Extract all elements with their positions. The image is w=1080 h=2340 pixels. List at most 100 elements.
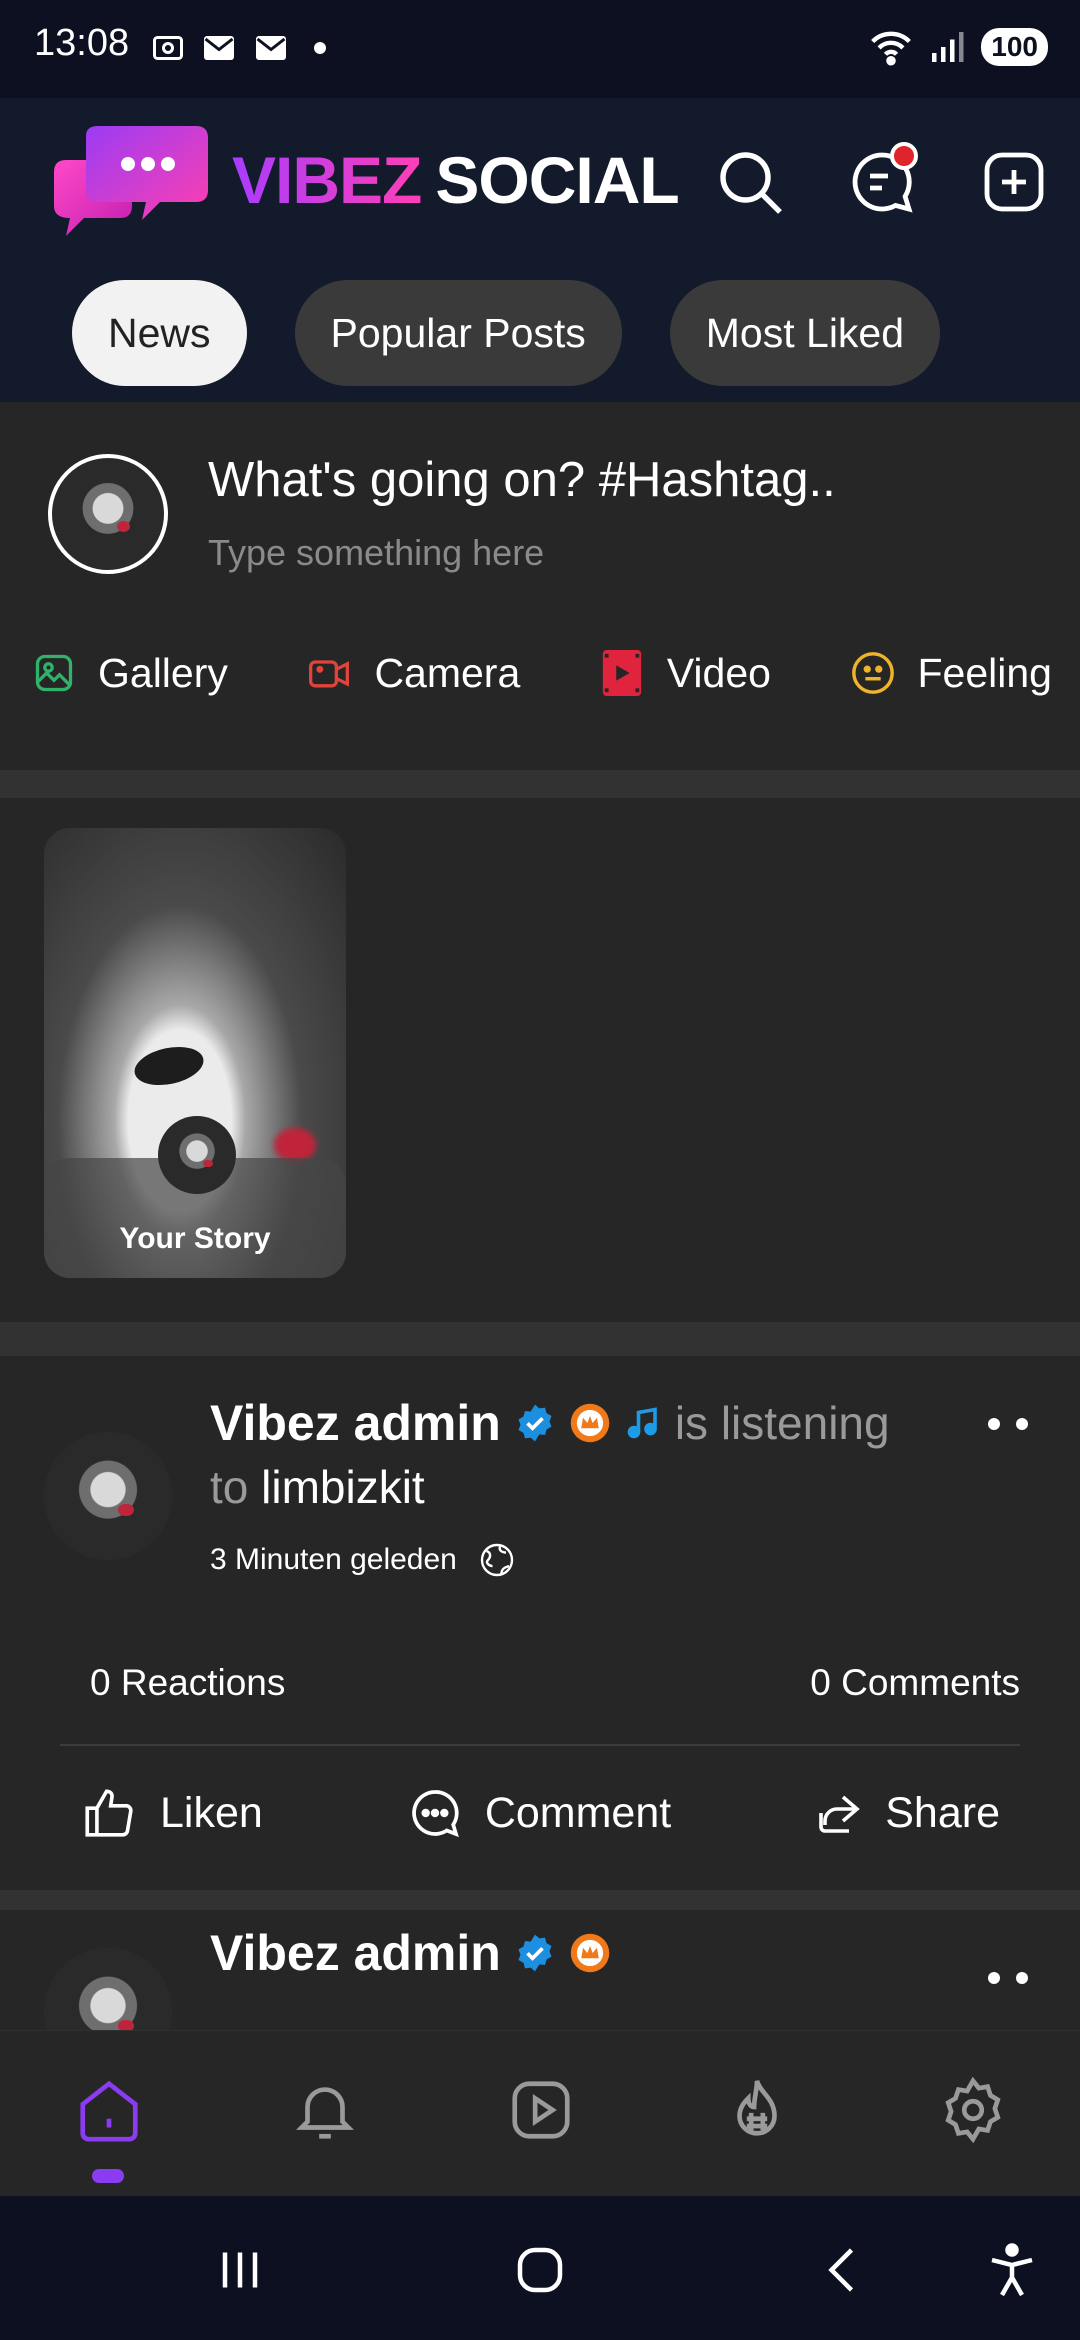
composer-placeholder[interactable]: Type something here bbox=[208, 532, 544, 574]
camera-button[interactable]: Camera bbox=[306, 650, 520, 697]
active-tab-indicator bbox=[92, 2169, 124, 2183]
post-author-avatar[interactable] bbox=[44, 1432, 172, 1560]
like-button[interactable]: Liken bbox=[80, 1784, 263, 1842]
camera-icon bbox=[309, 660, 350, 688]
post-timestamp: 3 Minuten geleden bbox=[210, 1543, 457, 1576]
post-author-name[interactable]: Vibez admin bbox=[210, 1394, 501, 1452]
music-note-icon bbox=[627, 1407, 657, 1439]
post-author-avatar-2[interactable] bbox=[44, 1948, 172, 2030]
system-navigation-bar bbox=[0, 2196, 1080, 2340]
post-stats: 0 Reactions 0 Comments bbox=[90, 1662, 1020, 1704]
verified-icon bbox=[518, 1404, 552, 1442]
stories-row: Your Story bbox=[0, 798, 1080, 1322]
share-icon bbox=[819, 1795, 861, 1833]
mail-icon-2 bbox=[256, 36, 286, 60]
camera-label: Camera bbox=[374, 649, 521, 696]
tab-most-liked[interactable]: Most Liked bbox=[669, 280, 941, 386]
verified-icon bbox=[518, 1934, 552, 1972]
post-header-2: Vibez admin bbox=[210, 1924, 611, 1982]
more-notifications-dot bbox=[314, 42, 326, 54]
gallery-icon bbox=[35, 654, 73, 692]
post-activity-text: is listening bbox=[674, 1397, 890, 1449]
crown-badge-icon bbox=[570, 1933, 610, 1973]
feeling-icon bbox=[851, 652, 894, 694]
comment-button[interactable]: Comment bbox=[407, 1785, 671, 1841]
section-divider-2 bbox=[0, 1322, 1080, 1356]
post-card: Vibez admin is listening to limbizkit 3 … bbox=[0, 1356, 1080, 1890]
tab-popular-posts[interactable]: Popular Posts bbox=[294, 280, 622, 386]
user-avatar[interactable] bbox=[48, 454, 168, 574]
story-label: Your Story bbox=[119, 1222, 271, 1255]
signal-icon bbox=[932, 32, 964, 62]
post-composer: What's going on? #Hashtag.. Type somethi… bbox=[0, 402, 1080, 770]
story-avatar bbox=[158, 1116, 236, 1194]
feeling-label: Feeling bbox=[917, 649, 1052, 696]
screenshot-icon bbox=[153, 36, 183, 60]
globe-icon bbox=[480, 1543, 514, 1577]
comment-icon bbox=[412, 1790, 459, 1838]
accessibility-icon[interactable] bbox=[982, 2240, 1042, 2300]
video-button[interactable]: Video bbox=[599, 648, 771, 698]
feed-tabs: News Popular Posts Most Liked bbox=[72, 280, 941, 386]
story-image-detail-2 bbox=[274, 1128, 316, 1162]
settings-gear-icon[interactable] bbox=[938, 2075, 1008, 2145]
thumbs-up-icon bbox=[85, 1789, 133, 1837]
post-divider bbox=[60, 1744, 1020, 1746]
post-track-name[interactable]: limbizkit bbox=[261, 1461, 425, 1513]
bottom-navigation bbox=[0, 2030, 1080, 2196]
gallery-button[interactable]: Gallery bbox=[32, 650, 228, 697]
mail-icon bbox=[204, 36, 234, 60]
post-header: Vibez admin is listening bbox=[210, 1394, 890, 1452]
post-activity-to: to bbox=[210, 1461, 249, 1513]
trending-hashtag-icon[interactable] bbox=[722, 2075, 792, 2145]
recent-apps-icon[interactable] bbox=[210, 2240, 270, 2300]
messages-button[interactable] bbox=[846, 142, 918, 218]
brand-title: VIBEZ SOCIAL bbox=[232, 142, 680, 218]
video-icon bbox=[602, 650, 641, 696]
composer-actions: Gallery Camera Video Feeling bbox=[32, 648, 1052, 698]
brand-part1: VIBEZ bbox=[232, 143, 422, 217]
comment-label: Comment bbox=[484, 1788, 672, 1837]
status-system-icons: 100 bbox=[869, 28, 1048, 66]
brand-part2: SOCIAL bbox=[435, 143, 679, 217]
home-icon[interactable] bbox=[74, 2075, 144, 2145]
tab-most-liked-label: Most Liked bbox=[705, 309, 905, 356]
play-video-icon[interactable] bbox=[506, 2075, 576, 2145]
post-comments-count[interactable]: 0 Comments bbox=[810, 1662, 1020, 1704]
battery-indicator: 100 bbox=[981, 28, 1048, 66]
post-meta: 3 Minuten geleden bbox=[210, 1542, 515, 1578]
post-actions: Liken Comment Share bbox=[80, 1784, 1000, 1842]
back-icon[interactable] bbox=[814, 2240, 874, 2300]
section-divider bbox=[0, 770, 1080, 798]
composer-input[interactable]: What's going on? #Hashtag.. bbox=[208, 452, 836, 508]
post-card-2: Vibez admin bbox=[0, 1910, 1080, 2030]
gallery-label: Gallery bbox=[98, 649, 228, 696]
post-reactions-count[interactable]: 0 Reactions bbox=[90, 1662, 285, 1704]
post-more-button[interactable] bbox=[988, 1418, 1028, 1430]
share-label: Share bbox=[885, 1788, 1000, 1837]
wifi-icon bbox=[871, 31, 912, 66]
tab-news[interactable]: News bbox=[72, 280, 247, 386]
like-label: Liken bbox=[160, 1788, 263, 1837]
status-notification-icons bbox=[150, 30, 326, 66]
share-button[interactable]: Share bbox=[815, 1789, 1000, 1838]
post-activity-line: to limbizkit bbox=[210, 1460, 425, 1514]
status-time: 13:08 bbox=[34, 22, 130, 64]
search-icon[interactable] bbox=[714, 146, 786, 218]
section-divider-3 bbox=[0, 1890, 1080, 1910]
tab-news-label: News bbox=[108, 309, 211, 356]
logo-icon bbox=[54, 126, 208, 236]
post-more-button-2[interactable] bbox=[988, 1972, 1028, 1984]
tab-popular-posts-label: Popular Posts bbox=[330, 309, 586, 356]
post-author-name-2[interactable]: Vibez admin bbox=[210, 1924, 501, 1982]
crown-badge-icon bbox=[570, 1403, 610, 1443]
feeling-button[interactable]: Feeling bbox=[850, 650, 1052, 697]
video-label: Video bbox=[666, 649, 771, 696]
notification-dot bbox=[890, 142, 918, 170]
your-story-card[interactable]: Your Story bbox=[44, 828, 346, 1278]
add-post-icon[interactable] bbox=[978, 146, 1050, 218]
status-bar: 13:08 100 bbox=[0, 0, 1080, 98]
bell-icon[interactable] bbox=[290, 2075, 360, 2145]
story-image-detail bbox=[131, 1041, 207, 1091]
home-button-icon[interactable] bbox=[510, 2240, 570, 2300]
